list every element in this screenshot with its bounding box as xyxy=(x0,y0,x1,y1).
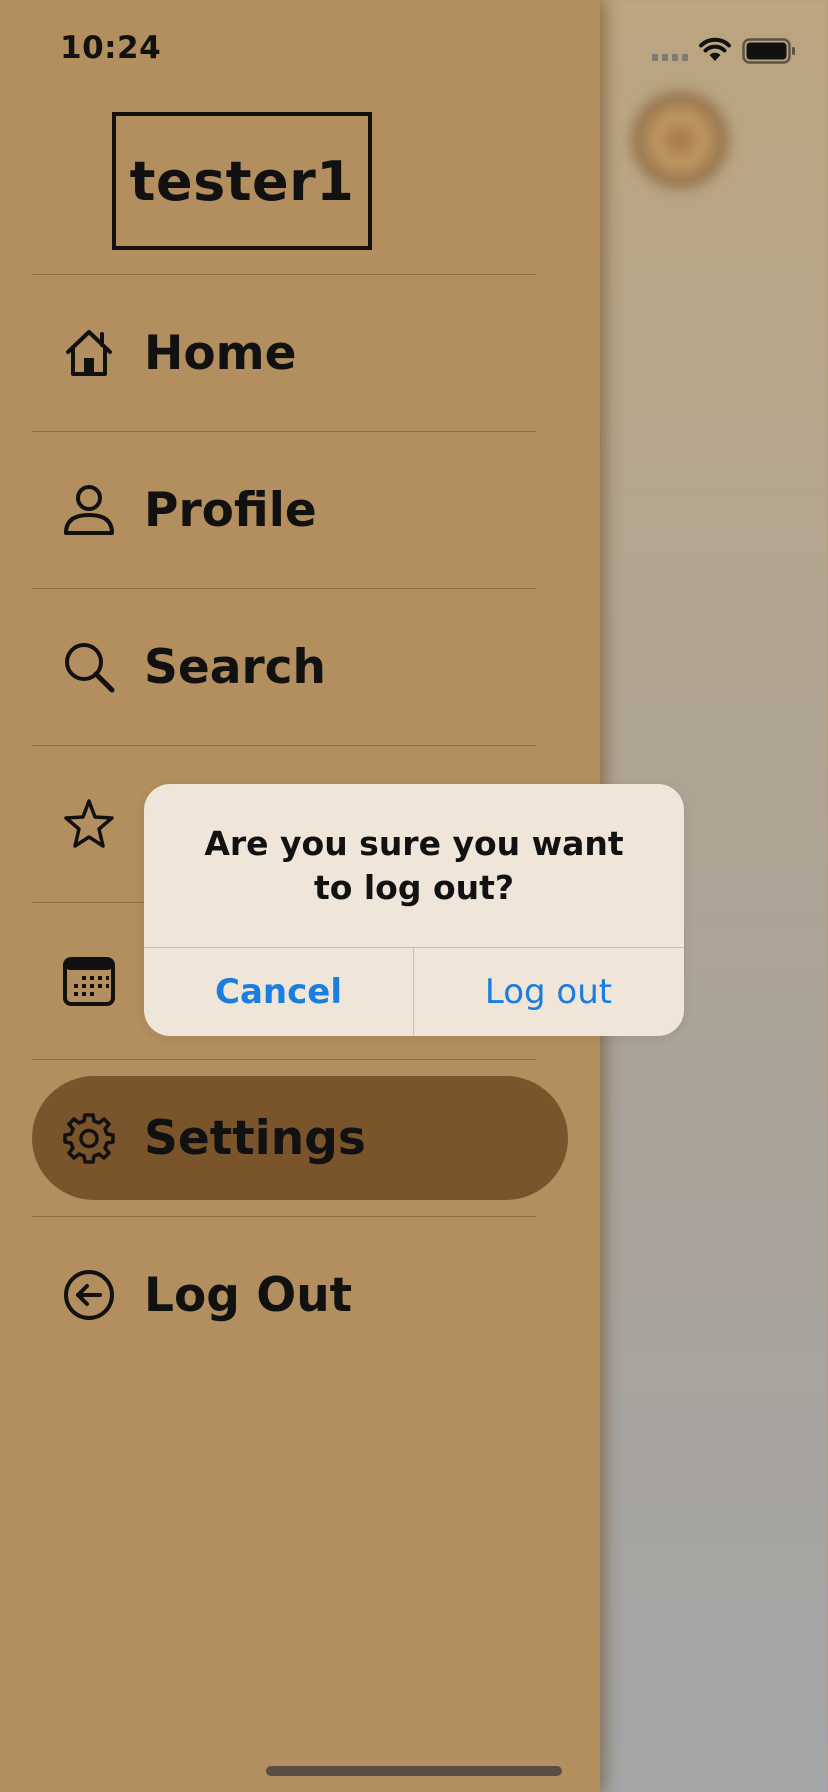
menu-item-label: Profile xyxy=(144,482,317,538)
menu-item-label: Log Out xyxy=(144,1267,353,1323)
battery-icon xyxy=(742,38,796,68)
menu-item-settings[interactable]: Settings xyxy=(32,1076,568,1200)
logout-alert-dialog: Are you sure you want to log out? Cancel… xyxy=(144,784,684,1036)
menu-item-logout[interactable]: Log Out xyxy=(32,1233,568,1357)
wifi-icon xyxy=(698,36,732,66)
app-screen: tester1 Home Profile Search Settings Log… xyxy=(0,0,828,1792)
status-indicators xyxy=(650,34,800,66)
avatar[interactable] xyxy=(630,90,730,190)
username-label: tester1 xyxy=(112,112,372,250)
divider xyxy=(32,1216,536,1217)
divider xyxy=(32,588,536,589)
cancel-button[interactable]: Cancel xyxy=(144,948,413,1036)
gear-icon xyxy=(62,1111,116,1165)
home-icon xyxy=(62,326,116,380)
alert-message: Are you sure you want to log out? xyxy=(204,824,624,907)
menu-item-home[interactable]: Home xyxy=(32,291,568,415)
cellular-signal-icon xyxy=(652,54,688,61)
menu-item-label: Search xyxy=(144,639,326,695)
menu-item-label: Settings xyxy=(144,1110,366,1166)
calendar-icon xyxy=(62,954,116,1008)
menu-item-label: Home xyxy=(144,325,297,381)
menu-item-profile[interactable]: Profile xyxy=(32,448,568,572)
arrow-left-circle-icon xyxy=(62,1268,116,1322)
status-time: 10:24 xyxy=(60,30,162,66)
menu-item-search[interactable]: Search xyxy=(32,605,568,729)
divider xyxy=(32,745,536,746)
divider xyxy=(32,274,536,275)
divider xyxy=(32,431,536,432)
home-indicator[interactable] xyxy=(266,1766,562,1776)
search-icon xyxy=(62,640,116,694)
person-icon xyxy=(62,483,116,537)
divider xyxy=(32,1059,536,1060)
confirm-logout-button[interactable]: Log out xyxy=(414,948,683,1036)
star-icon xyxy=(62,797,116,851)
